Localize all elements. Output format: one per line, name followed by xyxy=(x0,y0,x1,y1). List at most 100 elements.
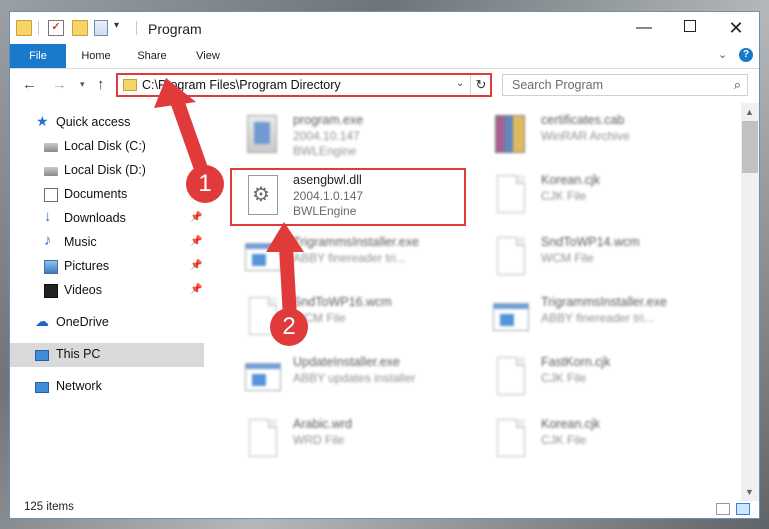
sidebar-item-label: Pictures xyxy=(64,259,110,273)
sidebar-item-label: Local Disk (C:) xyxy=(64,139,146,153)
tab-home[interactable]: Home xyxy=(74,44,118,68)
blank-file-icon xyxy=(491,173,527,217)
recent-locations-chevron-icon[interactable]: ▾ xyxy=(80,79,85,90)
blank-file-icon xyxy=(491,355,527,399)
tab-file[interactable]: File xyxy=(10,44,66,68)
navigation-bar: ← → ▾ ↑ C:\Program Files\Program Directo… xyxy=(10,69,759,103)
sidebar-item-documents[interactable]: Documents 📌 xyxy=(10,183,204,207)
tab-share[interactable]: Share xyxy=(132,44,172,68)
help-icon[interactable]: ? xyxy=(739,48,753,62)
folder-icon xyxy=(123,79,137,91)
file-type: ABBY finereader tri... xyxy=(541,311,654,325)
pin-icon[interactable]: 📌 xyxy=(190,212,202,223)
customize-quick-access-chevron-icon[interactable]: ▾ xyxy=(114,20,119,31)
program-exe-icon xyxy=(243,113,279,157)
music-icon: ♪ xyxy=(44,232,52,249)
toolbar-separator xyxy=(136,21,137,35)
sidebar-item-pictures[interactable]: Pictures 📌 xyxy=(10,255,204,279)
pin-icon[interactable]: 📌 xyxy=(190,284,202,295)
sidebar-item-videos[interactable]: Videos 📌 xyxy=(10,279,204,303)
address-path[interactable]: C:\Program Files\Program Directory xyxy=(142,78,341,92)
file-type: WCM File xyxy=(541,251,594,265)
search-icon[interactable]: ⌕ xyxy=(734,77,741,93)
ribbon: File Home Share View ⌄ ? xyxy=(10,44,759,69)
documents-icon xyxy=(44,188,58,202)
pictures-icon xyxy=(44,260,58,274)
maximize-icon xyxy=(684,20,696,32)
sidebar-item-label: OneDrive xyxy=(56,315,109,329)
sidebar-item-network[interactable]: Network xyxy=(10,375,204,399)
file-name: Korean.cjk xyxy=(541,417,601,431)
scroll-down-arrow-icon[interactable]: ▼ xyxy=(745,487,754,497)
file-item[interactable]: certificates.cab WinRAR Archive xyxy=(487,109,727,171)
tab-view[interactable]: View xyxy=(190,44,226,68)
file-type: ABBY finereader tri... xyxy=(293,251,406,265)
details-view-icon[interactable] xyxy=(716,503,730,515)
this-pc-icon xyxy=(35,350,49,361)
file-item[interactable]: UpdateInstaller.exe ABBY updates install… xyxy=(239,351,479,413)
back-arrow-icon[interactable]: ← xyxy=(22,76,37,93)
sidebar-item-quick-access[interactable]: ★ Quick access xyxy=(10,111,204,135)
file-item[interactable]: Arabic.wrd WRD File xyxy=(239,413,479,475)
address-history-chevron-icon[interactable]: ⌄ xyxy=(456,78,464,89)
file-item[interactable]: FastKorn.cjk CJK File xyxy=(487,351,727,413)
title-bar: ✓ ▾ Program — ✕ xyxy=(10,12,759,44)
search-box[interactable]: Search Program ⌕ xyxy=(502,74,748,96)
videos-icon xyxy=(44,284,58,298)
forward-arrow-icon[interactable]: → xyxy=(52,76,67,93)
file-item[interactable]: Korean.cjk CJK File xyxy=(487,169,727,231)
sidebar-item-label: Quick access xyxy=(56,115,131,129)
sidebar-item-label: This PC xyxy=(56,347,101,361)
file-list: program.exe 2004.10.147 BWLEngine certif… xyxy=(207,103,741,501)
file-name: TrigrammsInstaller.exe xyxy=(541,295,667,309)
quick-access-properties-icon[interactable] xyxy=(94,20,108,36)
up-arrow-icon[interactable]: ↑ xyxy=(97,76,105,93)
file-item[interactable]: TrigrammsInstaller.exe ABBY finereader t… xyxy=(487,291,727,353)
file-type: CJK File xyxy=(541,189,587,203)
toolbar-separator xyxy=(38,21,39,35)
maximize-button[interactable] xyxy=(667,12,713,44)
file-name: SndToWP14.wcm xyxy=(541,235,640,249)
file-item[interactable]: program.exe 2004.10.147 BWLEngine xyxy=(239,109,479,171)
installer-exe-icon xyxy=(243,355,281,399)
file-item[interactable]: Korean.cjk CJK File xyxy=(487,413,727,475)
star-icon: ★ xyxy=(36,113,49,129)
file-company: BWLEngine xyxy=(293,144,357,158)
sidebar-item-onedrive[interactable]: ☁ OneDrive xyxy=(10,311,204,335)
file-name: SndToWP16.wcm xyxy=(293,295,392,309)
installer-exe-icon xyxy=(243,235,281,279)
properties-check-icon[interactable]: ✓ xyxy=(48,20,64,36)
large-icons-view-icon[interactable] xyxy=(736,503,750,515)
expand-ribbon-chevron-icon[interactable]: ⌄ xyxy=(718,48,727,61)
onedrive-icon: ☁ xyxy=(35,313,49,329)
minimize-button[interactable]: — xyxy=(621,12,667,44)
refresh-icon[interactable]: ↻ xyxy=(470,75,491,95)
vertical-scrollbar[interactable]: ▲ ▼ xyxy=(741,103,759,501)
file-item[interactable]: SndToWP14.wcm WCM File xyxy=(487,231,727,293)
file-name: Korean.cjk xyxy=(541,173,601,187)
scroll-up-arrow-icon[interactable]: ▲ xyxy=(745,107,754,117)
sidebar-item-label: Network xyxy=(56,379,102,393)
disk-icon xyxy=(44,143,58,152)
file-version: 2004.10.147 xyxy=(293,129,360,143)
sidebar-item-local-disk-d[interactable]: Local Disk (D:) xyxy=(10,159,204,183)
close-button[interactable]: ✕ xyxy=(713,12,759,44)
file-type: CJK File xyxy=(541,371,587,385)
sidebar-item-local-disk-c[interactable]: Local Disk (C:) xyxy=(10,135,204,159)
address-bar[interactable]: C:\Program Files\Program Directory ⌄ ↻ xyxy=(116,73,492,97)
pin-icon[interactable]: 📌 xyxy=(190,236,202,247)
file-item[interactable]: TrigrammsInstaller.exe ABBY finereader t… xyxy=(239,231,479,293)
highlight-box xyxy=(230,168,466,226)
sidebar-item-downloads[interactable]: ↓ Downloads 📌 xyxy=(10,207,204,231)
search-input[interactable]: Search Program xyxy=(512,78,603,92)
sidebar-item-this-pc[interactable]: This PC xyxy=(10,343,204,367)
sidebar-item-music[interactable]: ♪ Music 📌 xyxy=(10,231,204,255)
scrollbar-thumb[interactable] xyxy=(742,121,758,173)
winrar-archive-icon xyxy=(491,113,527,157)
new-folder-icon[interactable] xyxy=(72,20,88,36)
pin-icon[interactable]: 📌 xyxy=(190,260,202,271)
disk-icon xyxy=(44,167,58,176)
downloads-icon: ↓ xyxy=(44,208,52,225)
blank-file-icon xyxy=(491,417,527,461)
network-icon xyxy=(35,382,49,393)
